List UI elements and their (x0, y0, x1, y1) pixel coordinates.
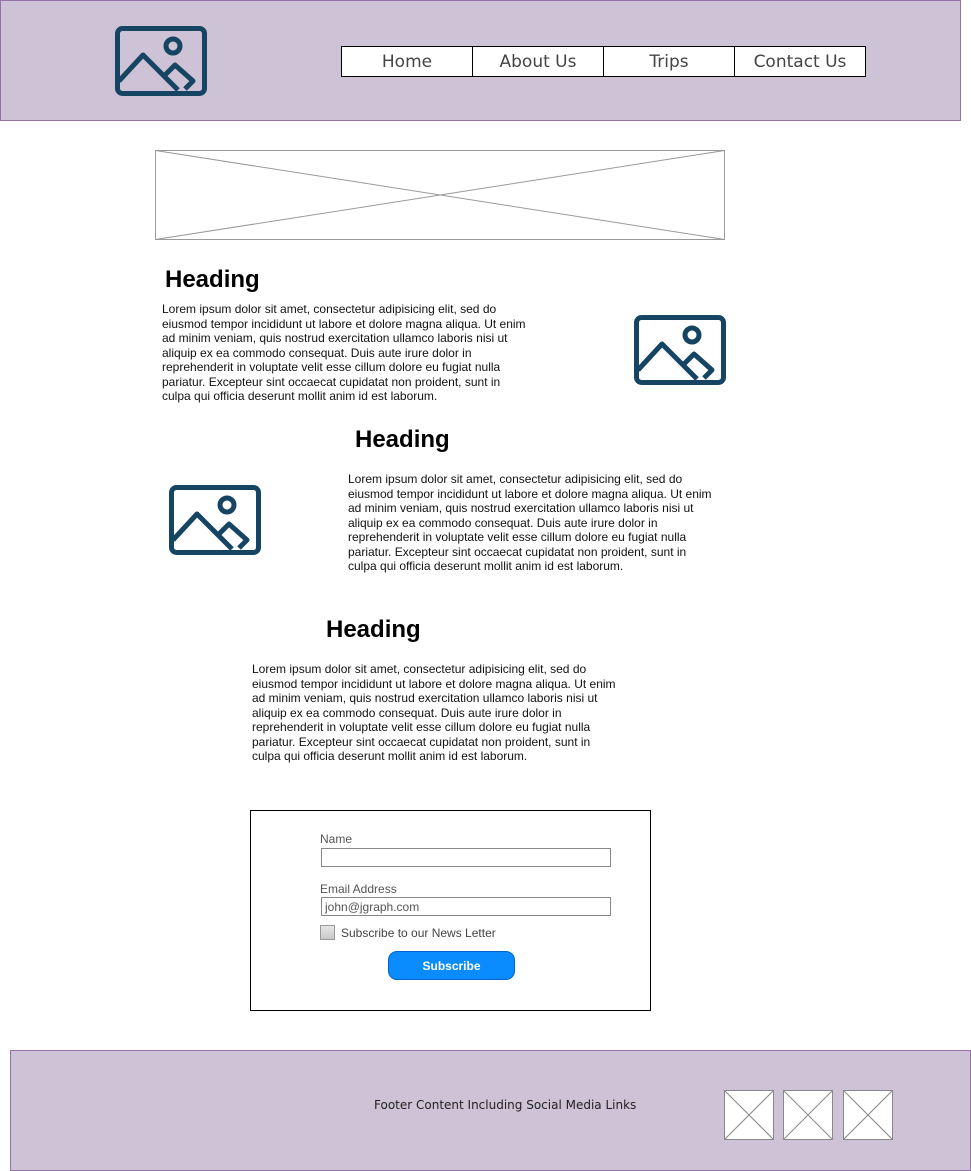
main-nav: Home About Us Trips Contact Us (341, 46, 866, 77)
section-2-heading: Heading (355, 426, 450, 453)
section-3-heading: Heading (326, 616, 421, 643)
nav-trips[interactable]: Trips (603, 46, 735, 77)
social-link-1-icon[interactable] (724, 1090, 774, 1140)
nav-home[interactable]: Home (341, 46, 473, 77)
social-link-3-icon[interactable] (843, 1090, 893, 1140)
footer-text: Footer Content Including Social Media Li… (374, 1098, 637, 1112)
social-link-2-icon[interactable] (783, 1090, 833, 1140)
section-1-heading: Heading (165, 266, 260, 293)
subscribe-button[interactable]: Subscribe (388, 951, 515, 980)
newsletter-form: Name Email Address Subscribe to our News… (250, 810, 651, 1011)
site-header: Home About Us Trips Contact Us (0, 0, 961, 121)
section-1-image-icon (634, 315, 726, 385)
section-2-body: Lorem ipsum dolor sit amet, consectetur … (348, 472, 712, 573)
section-1-body: Lorem ipsum dolor sit amet, consectetur … (162, 302, 526, 403)
email-label: Email Address (320, 882, 397, 896)
newsletter-checkbox-label: Subscribe to our News Letter (341, 926, 496, 940)
name-label: Name (320, 832, 353, 846)
site-footer: Footer Content Including Social Media Li… (10, 1050, 971, 1171)
name-input[interactable] (321, 848, 611, 867)
newsletter-checkbox[interactable] (320, 925, 335, 940)
section-3-body: Lorem ipsum dolor sit amet, consectetur … (252, 662, 616, 763)
banner-image-placeholder (155, 150, 725, 240)
email-input[interactable] (321, 897, 611, 916)
logo-image-icon[interactable] (115, 26, 207, 96)
nav-about-us[interactable]: About Us (472, 46, 604, 77)
nav-contact-us[interactable]: Contact Us (734, 46, 866, 77)
section-2-image-icon (169, 485, 261, 555)
